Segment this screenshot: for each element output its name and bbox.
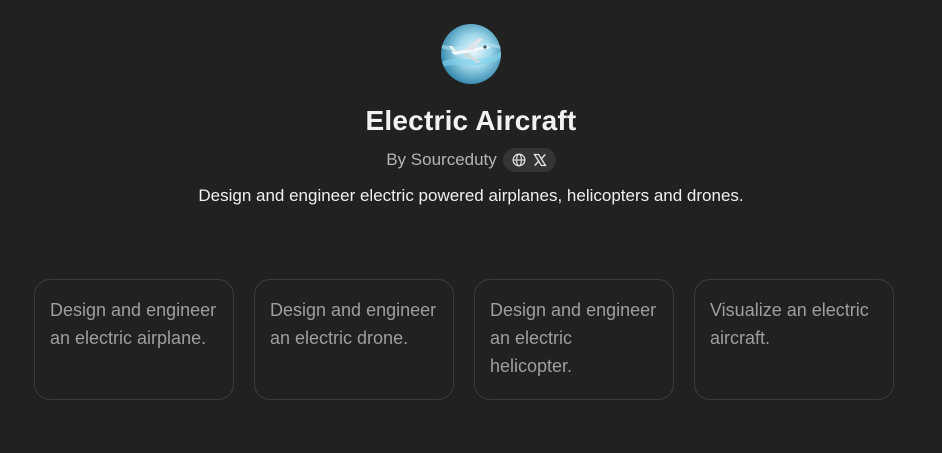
gpt-description: Design and engineer electric powered air… (198, 186, 744, 205)
author-name: By Sourceduty (386, 150, 497, 169)
gpt-avatar (441, 24, 501, 84)
globe-icon[interactable] (512, 153, 526, 167)
byline: By Sourceduty (386, 148, 556, 172)
social-links (502, 148, 556, 172)
gpt-header: Electric Aircraft By Sourceduty Design a… (0, 0, 942, 208)
gpt-landing-page: Electric Aircraft By Sourceduty Design a… (0, 0, 942, 453)
x-logo-icon[interactable] (533, 153, 547, 167)
electric-aircraft-avatar-icon (441, 38, 501, 68)
starter-card-airplane[interactable]: Design and engineer an electric airplane… (34, 279, 234, 400)
starter-card-drone[interactable]: Design and engineer an electric drone. (254, 279, 454, 400)
starter-card-visualize[interactable]: Visualize an electric aircraft. (694, 279, 894, 400)
gpt-title: Electric Aircraft (365, 105, 577, 136)
conversation-starters: Design and engineer an electric airplane… (34, 279, 894, 400)
starter-card-helicopter[interactable]: Design and engineer an electric helicopt… (474, 279, 674, 400)
